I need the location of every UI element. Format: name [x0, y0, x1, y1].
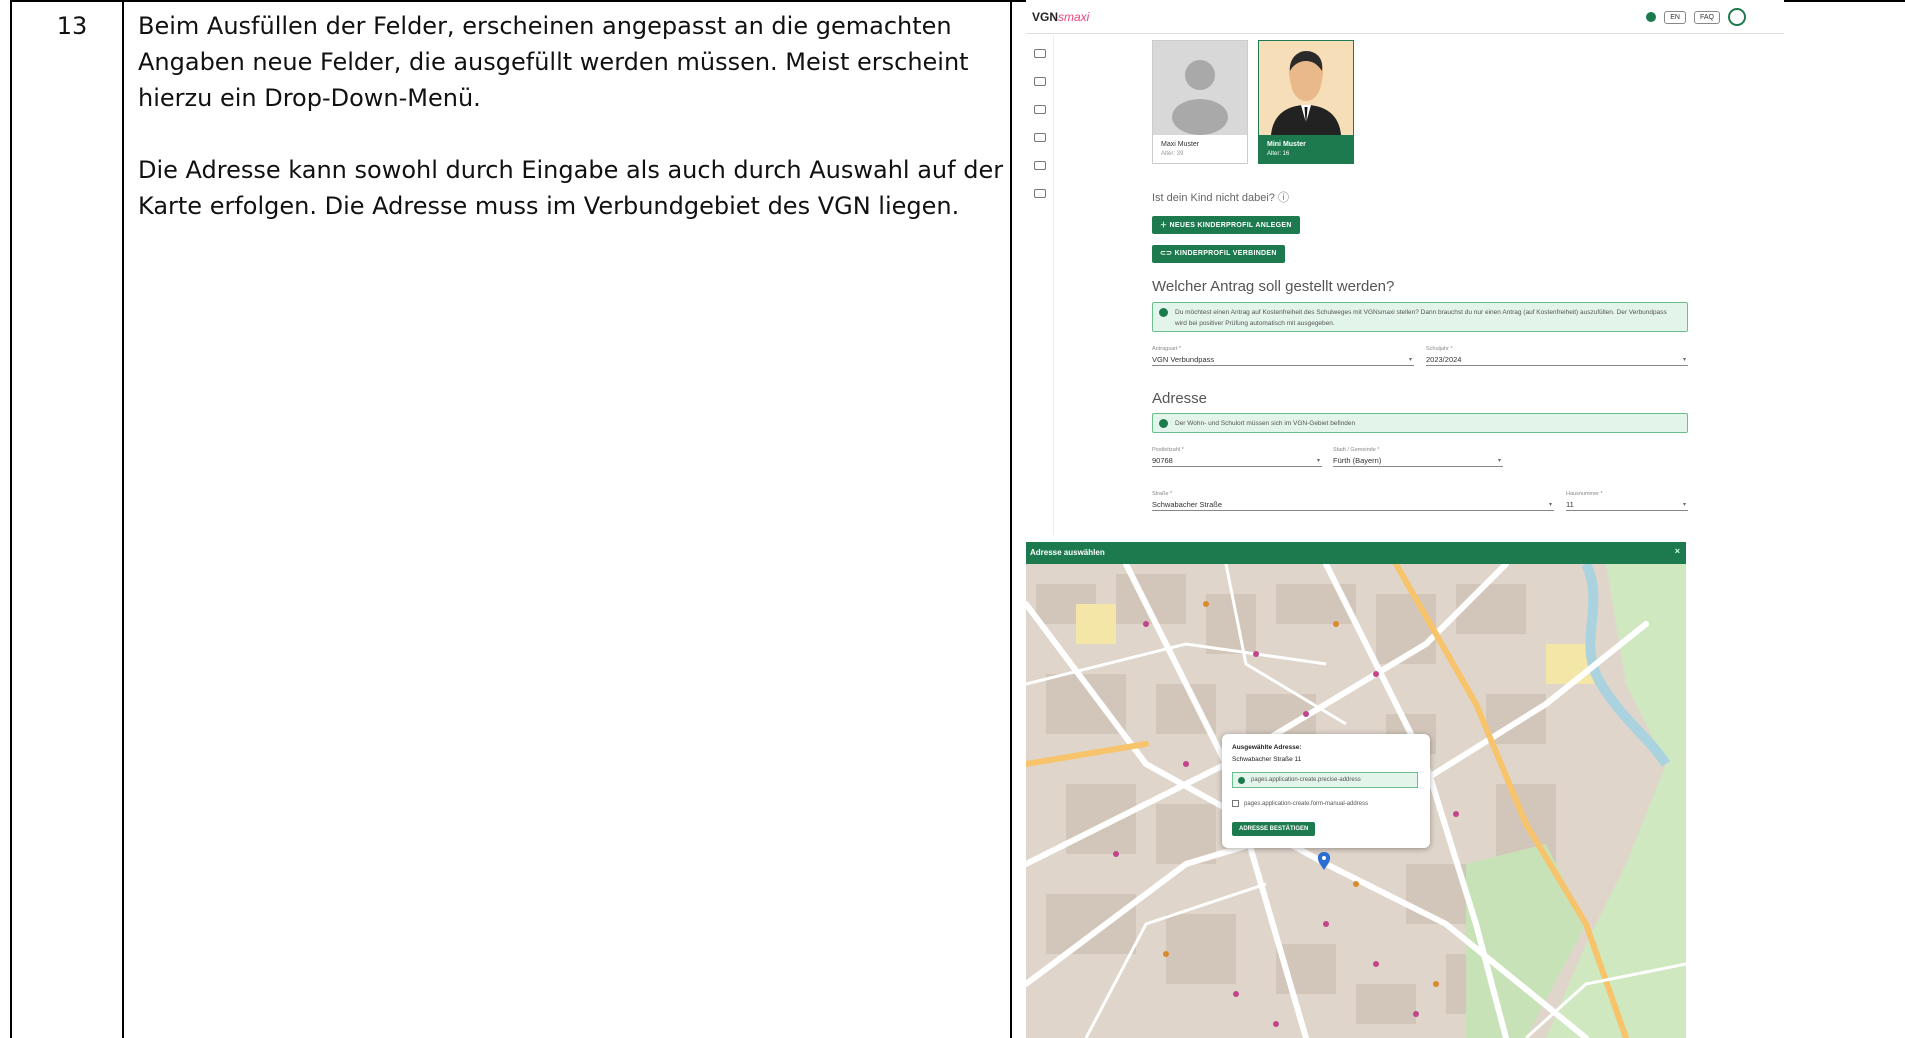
- table-left-border: [10, 0, 12, 1038]
- schuljahr-select[interactable]: Schuljahr * 2023/2024 ▾: [1426, 346, 1688, 366]
- chevron-down-icon: ▾: [1497, 458, 1501, 464]
- chevron-down-icon: ▾: [1408, 357, 1412, 363]
- manual-address-checkbox[interactable]: pages.application-create.form-manual-add…: [1232, 800, 1368, 807]
- map-dialog-title: Adresse auswählen ×: [1026, 542, 1686, 564]
- profile-card-footer: [1259, 135, 1353, 164]
- antragsart-label: Antragsart *: [1152, 346, 1182, 352]
- info-icon: [1159, 419, 1168, 428]
- plz-label: Postleitzahl *: [1152, 447, 1184, 453]
- people-icon[interactable]: [1034, 133, 1046, 142]
- map-title-text: Adresse auswählen: [1030, 548, 1105, 557]
- stadt-select[interactable]: Stadt / Gemeinde * Fürth (Bayern) ▾: [1333, 447, 1503, 467]
- column-divider-1: [122, 0, 124, 1038]
- profile-age: Alter: 39: [1161, 151, 1184, 157]
- adresse-info-box: Der Wohn- und Schulort müssen sich im VG…: [1152, 413, 1688, 433]
- child-question-text: Ist dein Kind nicht dabei?: [1152, 192, 1275, 204]
- app-logo[interactable]: VGNsmaxi: [1032, 10, 1089, 24]
- antragsart-select[interactable]: Antragsart * VGN Verbundpass ▾: [1152, 346, 1414, 366]
- chevron-down-icon: ▾: [1682, 357, 1686, 363]
- chat-icon[interactable]: [1034, 189, 1046, 198]
- chevron-down-icon: ▾: [1548, 502, 1552, 508]
- row-description: Beim Ausfüllen der Felder, erscheinen an…: [138, 8, 1018, 260]
- popup-info-text: pages.application-create.precise-address: [1251, 777, 1361, 783]
- selected-address-popup: Ausgewählte Adresse: Schwabacher Straße …: [1222, 734, 1430, 848]
- folder-icon[interactable]: [1034, 77, 1046, 86]
- app-header: VGNsmaxi EN FAQ: [1026, 0, 1784, 34]
- faq-button[interactable]: FAQ: [1693, 10, 1720, 24]
- hausnummer-value: 11: [1566, 500, 1574, 509]
- connect-child-profile-label: KINDERPROFIL VERBINDEN: [1174, 250, 1277, 257]
- strasse-select[interactable]: Straße * Schwabacher Straße ▾: [1152, 491, 1554, 511]
- language-button[interactable]: EN: [1664, 10, 1686, 24]
- adresse-heading: Adresse: [1152, 390, 1208, 407]
- antragsart-value: VGN Verbundpass: [1152, 355, 1215, 364]
- row-number: 13: [56, 12, 88, 40]
- user-avatar-icon[interactable]: [1728, 8, 1746, 26]
- visibility-icon[interactable]: [1646, 12, 1657, 22]
- side-navigation: [1026, 35, 1054, 535]
- hausnummer-label: Hausnummer *: [1566, 491, 1603, 497]
- description-paragraph-2: Die Adresse kann sowohl durch Eingabe al…: [138, 156, 1004, 220]
- strasse-label: Straße *: [1152, 491, 1173, 497]
- child-question: Ist dein Kind nicht dabei? ⓘ: [1152, 189, 1289, 205]
- confirm-address-button[interactable]: ADRESSE BESTÄTIGEN: [1232, 822, 1316, 836]
- profile-card-mini[interactable]: Mini Muster Alter: 16: [1258, 40, 1354, 164]
- header-actions: EN FAQ: [1646, 8, 1746, 26]
- popup-address: Schwabacher Straße 11: [1232, 756, 1302, 763]
- plz-select[interactable]: Postleitzahl * 90768 ▾: [1152, 447, 1322, 467]
- chevron-down-icon: ▾: [1316, 458, 1320, 464]
- plz-value: 90768: [1152, 456, 1173, 465]
- new-child-profile-button[interactable]: ＋ NEUES KINDERPROFIL ANLEGEN: [1152, 216, 1300, 234]
- app-screenshot: VGNsmaxi EN FAQ Maxi Muster Alter: 39 Mi…: [1026, 0, 1784, 1038]
- close-icon[interactable]: ×: [1675, 546, 1680, 556]
- schuljahr-value: 2023/2024: [1426, 355, 1462, 364]
- antrag-info-box: Du möchtest einen Antrag auf Kostenfreih…: [1152, 302, 1688, 332]
- stadt-value: Fürth (Bayern): [1333, 456, 1382, 465]
- description-paragraph-1: Beim Ausfüllen der Felder, erscheinen an…: [138, 12, 969, 112]
- popup-title: Ausgewählte Adresse:: [1232, 744, 1302, 751]
- new-child-profile-label: NEUES KINDERPROFIL ANLEGEN: [1169, 222, 1292, 229]
- manual-address-label: pages.application-create.form-manual-add…: [1244, 800, 1369, 807]
- profile-name: Maxi Muster: [1161, 141, 1200, 148]
- strasse-value: Schwabacher Straße: [1152, 500, 1223, 509]
- feedback-icon[interactable]: [1034, 161, 1046, 170]
- help-icon[interactable]: ⓘ: [1278, 192, 1289, 204]
- antrag-info-text: Du möchtest einen Antrag auf Kostenfreih…: [1175, 309, 1667, 327]
- avatar-placeholder-icon: [1153, 41, 1247, 135]
- popup-info-box: pages.application-create.precise-address: [1232, 772, 1418, 788]
- stadt-label: Stadt / Gemeinde *: [1333, 447, 1380, 453]
- logo-main: VGN: [1032, 10, 1059, 24]
- logo-sub: smaxi: [1058, 10, 1090, 24]
- info-icon: [1238, 777, 1245, 784]
- adresse-info-text: Der Wohn- und Schulort müssen sich im VG…: [1175, 420, 1356, 427]
- avatar-photo-icon: [1259, 41, 1353, 135]
- checkbox-icon[interactable]: [1232, 800, 1239, 807]
- antrag-heading: Welcher Antrag soll gestellt werden?: [1152, 278, 1395, 295]
- chevron-down-icon: ▾: [1682, 502, 1686, 508]
- profile-name: Mini Muster: [1267, 141, 1306, 148]
- schuljahr-label: Schuljahr *: [1426, 346, 1453, 352]
- connect-child-profile-button[interactable]: ⊂⊃ KINDERPROFIL VERBINDEN: [1152, 245, 1285, 263]
- hausnummer-select[interactable]: Hausnummer * 11 ▾: [1566, 491, 1688, 511]
- profile-card-maxi[interactable]: Maxi Muster Alter: 39: [1152, 40, 1248, 164]
- profile-age: Alter: 16: [1267, 151, 1290, 157]
- dashboard-icon[interactable]: [1034, 49, 1046, 58]
- info-icon: [1159, 308, 1168, 317]
- person-icon[interactable]: [1034, 105, 1046, 114]
